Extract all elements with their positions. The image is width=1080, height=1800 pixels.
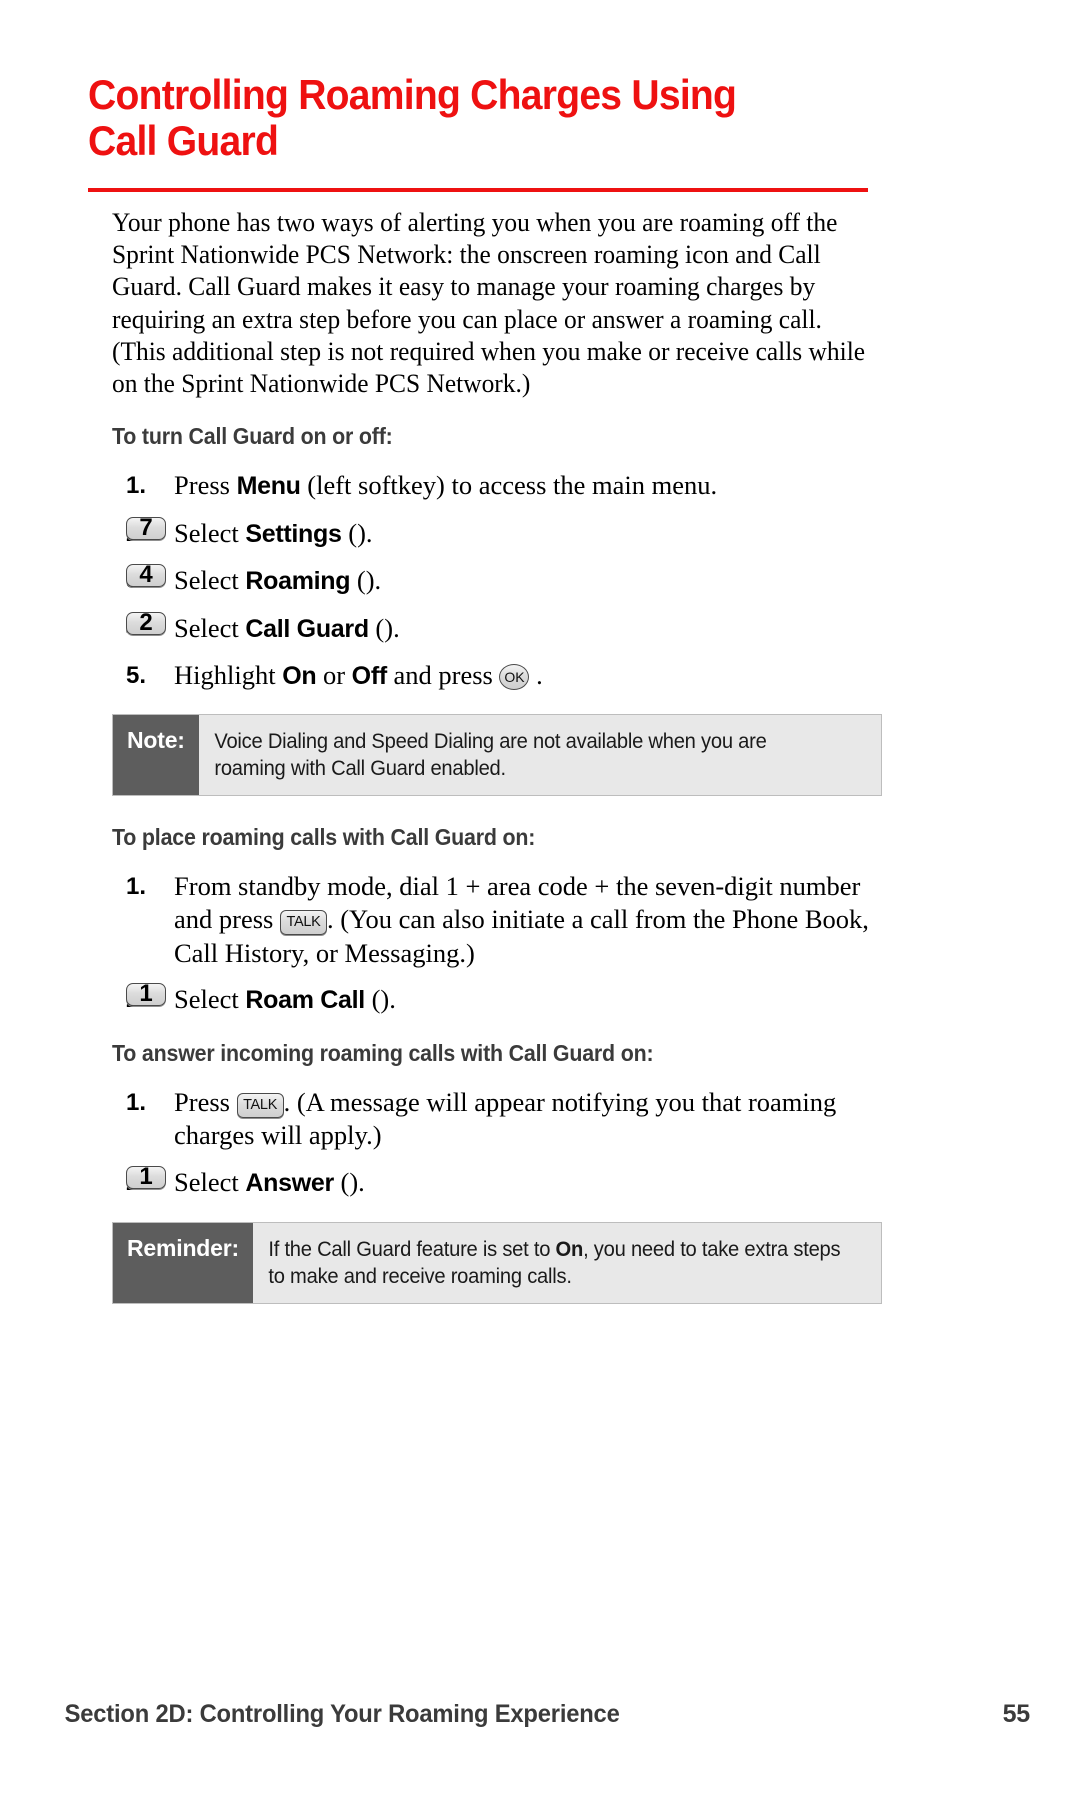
step-pre-text: Highlight — [174, 660, 283, 691]
ok-key-icon: OK — [499, 664, 530, 691]
keypad-key-icon: 1 — [126, 1164, 166, 1189]
step-pre-text: Press — [174, 1086, 237, 1117]
list-item: 1. Press TALK. (A message will appear no… — [112, 1086, 882, 1153]
reminder-callout: Reminder: If the Call Guard feature is s… — [112, 1222, 882, 1305]
note-callout: Note: Voice Dialing and Speed Dialing ar… — [112, 713, 882, 796]
step-number: 1. — [126, 472, 147, 500]
footer-page-number: 55 — [1002, 1700, 1031, 1728]
page-footer: Section 2D: Controlling Your Roaming Exp… — [50, 1700, 1031, 1729]
page-title-line-2: Call Guard — [88, 117, 279, 164]
list-item: 3. Select Roaming (4). — [112, 563, 882, 599]
step-pre-text: Select — [174, 565, 246, 596]
keypad-key-icon: 2 — [126, 610, 166, 635]
section-heading-turn-on-off: To turn Call Guard on or off: — [112, 423, 393, 450]
ui-label: Settings — [245, 519, 342, 548]
ui-label: Answer — [245, 1168, 334, 1197]
steps-place-calls: 1. From standby mode, dial 1 + area code… — [112, 870, 882, 1018]
step-text: From standby mode, dial 1 + area code + … — [174, 871, 869, 968]
page-title-line-1: Controlling Roaming Charges Using — [88, 71, 737, 118]
step-pre-text: Select — [174, 984, 246, 1015]
reminder-text-emphasis: On — [555, 1238, 584, 1262]
keypad-key-icon: 7 — [126, 515, 166, 540]
keypad-key-icon: 1 — [126, 982, 166, 1007]
step-text: Select Call Guard (2). — [126, 610, 400, 643]
list-item: 2. Select Roam Call (1). — [112, 982, 882, 1018]
section-heading-answer-calls: To answer incoming roaming calls with Ca… — [112, 1039, 654, 1066]
step-number: 1. — [126, 872, 147, 900]
step-pre-text: Select — [174, 612, 246, 643]
step-pre-text: Press — [174, 470, 237, 501]
step-pre-text: Select — [174, 517, 246, 548]
manual-page: Controlling Roaming Charges Using Call G… — [0, 0, 1080, 1800]
steps-answer-calls: 1. Press TALK. (A message will appear no… — [112, 1086, 882, 1201]
footer-section-label: Section 2D: Controlling Your Roaming Exp… — [64, 1700, 620, 1728]
ui-label: Menu — [236, 472, 301, 501]
keypad-key-icon: 4 — [126, 563, 166, 588]
list-item: 2. Select Settings (7). — [112, 515, 882, 552]
ui-label: Roam Call — [245, 986, 365, 1015]
step-text: Highlight On or Off and press OK . — [174, 660, 543, 691]
step-number: 1. — [126, 1088, 147, 1116]
title-divider — [88, 188, 868, 192]
step-text: Select Roaming (4). — [126, 563, 381, 596]
intro-paragraph: Your phone has two ways of alerting you … — [112, 207, 866, 399]
step-text: Press Menu (left softkey) to access the … — [174, 470, 717, 500]
steps-turn-on-off: 1. Press Menu (left softkey) to access t… — [112, 469, 882, 694]
reminder-text-before: If the Call Guard feature is set to — [268, 1238, 556, 1262]
list-item: 5. Highlight On or Off and press OK . — [112, 659, 882, 694]
step-pre-text: Select — [174, 1166, 246, 1197]
step-text: Select Answer (1). — [126, 1164, 365, 1197]
note-text: Voice Dialing and Speed Dialing are not … — [214, 729, 767, 780]
step-text: Select Settings (7). — [126, 515, 373, 548]
reminder-text: If the Call Guard feature is set to On, … — [253, 1223, 856, 1303]
step-mid-text: or — [316, 660, 352, 691]
ui-label-on: On — [282, 662, 317, 691]
note-label: Note: — [113, 714, 199, 795]
step-post-text: (left softkey) to access the main menu. — [300, 470, 718, 501]
reminder-label: Reminder: — [113, 1223, 253, 1304]
talk-key-icon: TALK — [279, 910, 327, 936]
talk-key-icon: TALK — [236, 1092, 284, 1118]
ui-label-off: Off — [351, 662, 388, 691]
page-content: Your phone has two ways of alerting you … — [112, 206, 882, 1305]
step-text: Select Roam Call (1). — [126, 982, 396, 1015]
ui-label: Roaming — [245, 567, 351, 596]
step-number: 5. — [126, 662, 147, 690]
ui-label: Call Guard — [245, 614, 369, 643]
list-item: 1. From standby mode, dial 1 + area code… — [112, 870, 882, 971]
page-title: Controlling Roaming Charges Using Call G… — [88, 72, 878, 164]
list-item: 2. Select Answer (1). — [112, 1164, 882, 1201]
step-text: Press TALK. (A message will appear notif… — [174, 1087, 836, 1151]
step-post-text: and press — [386, 660, 500, 691]
list-item: 4. Select Call Guard (2). — [112, 610, 882, 647]
list-item: 1. Press Menu (left softkey) to access t… — [112, 469, 882, 504]
section-heading-place-calls: To place roaming calls with Call Guard o… — [112, 823, 536, 850]
